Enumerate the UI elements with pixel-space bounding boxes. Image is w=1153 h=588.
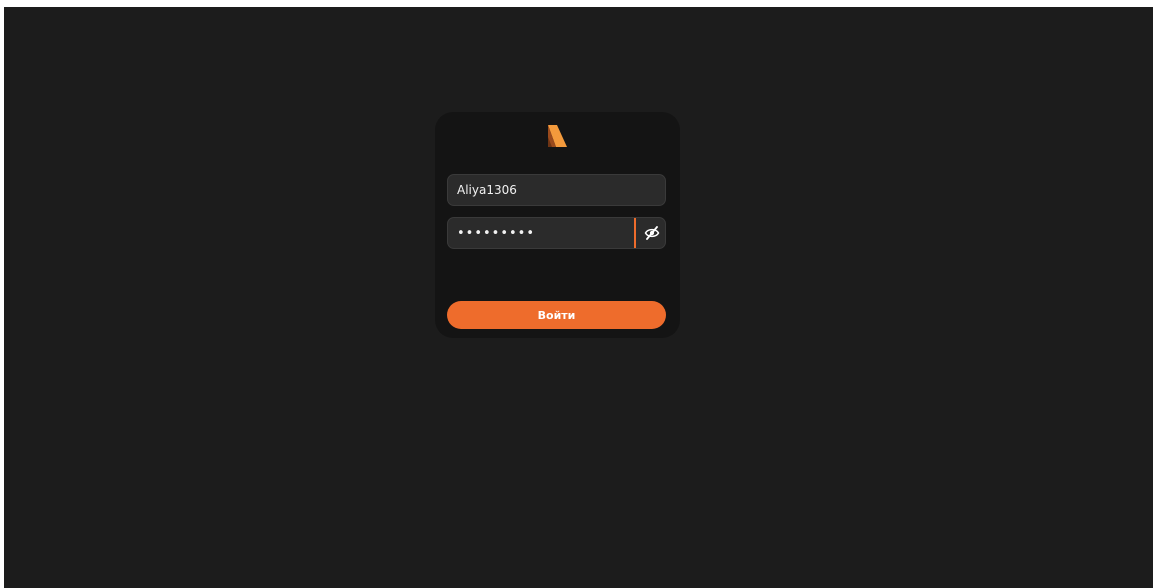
username-field <box>447 174 666 206</box>
username-input[interactable] <box>448 175 665 205</box>
toggle-password-visibility-button[interactable] <box>636 218 665 248</box>
eye-slash-icon <box>644 226 659 240</box>
page-background: Войти <box>4 7 1153 588</box>
brand-logo-icon <box>548 125 567 147</box>
password-field <box>447 217 666 249</box>
login-button[interactable]: Войти <box>447 301 666 329</box>
login-card: Войти <box>435 112 680 338</box>
password-input[interactable] <box>448 218 634 248</box>
